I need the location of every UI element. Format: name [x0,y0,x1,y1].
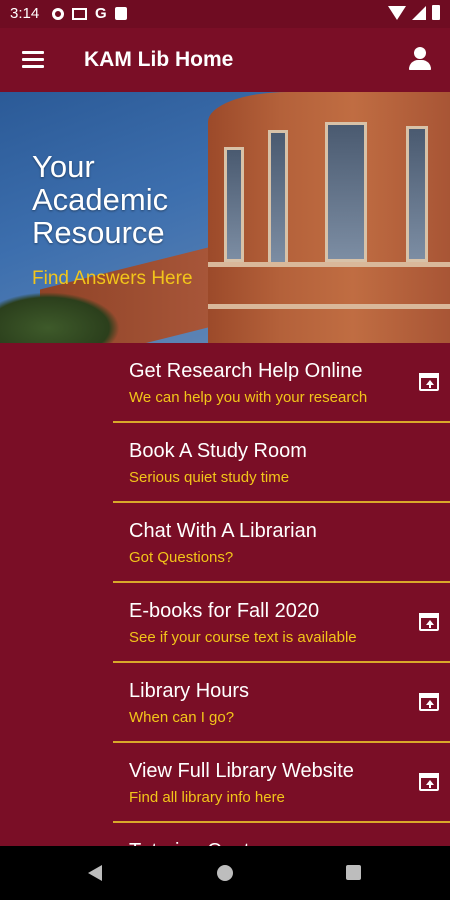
settings-icon [52,7,64,20]
item-title: E-books for Fall 2020 [129,600,320,622]
trees-image [0,292,120,343]
battery-icon [432,5,440,20]
system-nav-bar [0,846,450,900]
resource-list: Get Research Help Online We can help you… [113,343,450,863]
ledge [208,304,450,309]
menu-icon[interactable] [22,51,44,69]
account-icon[interactable] [408,47,432,71]
item-subtitle: We can help you with your research [129,389,368,406]
app-bar: KAM Lib Home [0,28,450,92]
item-subtitle: See if your course text is available [129,629,357,646]
list-item-ebooks[interactable]: E-books for Fall 2020 See if your course… [113,583,450,663]
list-item-library-hours[interactable]: Library Hours When can I go? [113,663,450,743]
app-title: KAM Lib Home [84,48,234,71]
hero-subtitle: Find Answers Here [32,268,193,289]
hero-banner: Your Academic Resource Find Answers Here [0,92,450,343]
item-title: Book A Study Room [129,440,307,462]
ledge [208,262,450,267]
window [268,130,288,265]
list-item-study-room[interactable]: Book A Study Room Serious quiet study ti… [113,423,450,503]
list-item-research-help[interactable]: Get Research Help Online We can help you… [113,343,450,423]
system-icons [388,5,440,20]
item-title: View Full Library Website [129,760,354,782]
list-item-library-website[interactable]: View Full Library Website Find all libra… [113,743,450,823]
signal-icon [412,5,426,20]
recents-icon[interactable] [346,865,361,880]
item-title: Library Hours [129,680,250,702]
status-bar: 3:14 G [0,0,450,28]
notification-icons: G [52,5,127,22]
window [325,122,367,262]
item-subtitle: Got Questions? [129,549,234,566]
window [224,147,244,262]
item-title: Get Research Help Online [129,360,363,382]
home-icon[interactable] [217,865,233,881]
item-subtitle: Find all library info here [129,789,285,806]
google-icon: G [95,5,107,22]
back-icon[interactable] [88,865,102,881]
window [406,126,428,262]
clipboard-icon [114,7,127,20]
status-time: 3:14 [10,5,40,22]
item-subtitle: Serious quiet study time [129,469,290,486]
item-title: Chat With A Librarian [129,520,317,542]
hero-title: Your Academic Resource [32,149,169,250]
news-icon [72,7,87,20]
wifi-icon [388,5,406,20]
list-item-chat-librarian[interactable]: Chat With A Librarian Got Questions? [113,503,450,583]
item-subtitle: When can I go? [129,709,235,726]
